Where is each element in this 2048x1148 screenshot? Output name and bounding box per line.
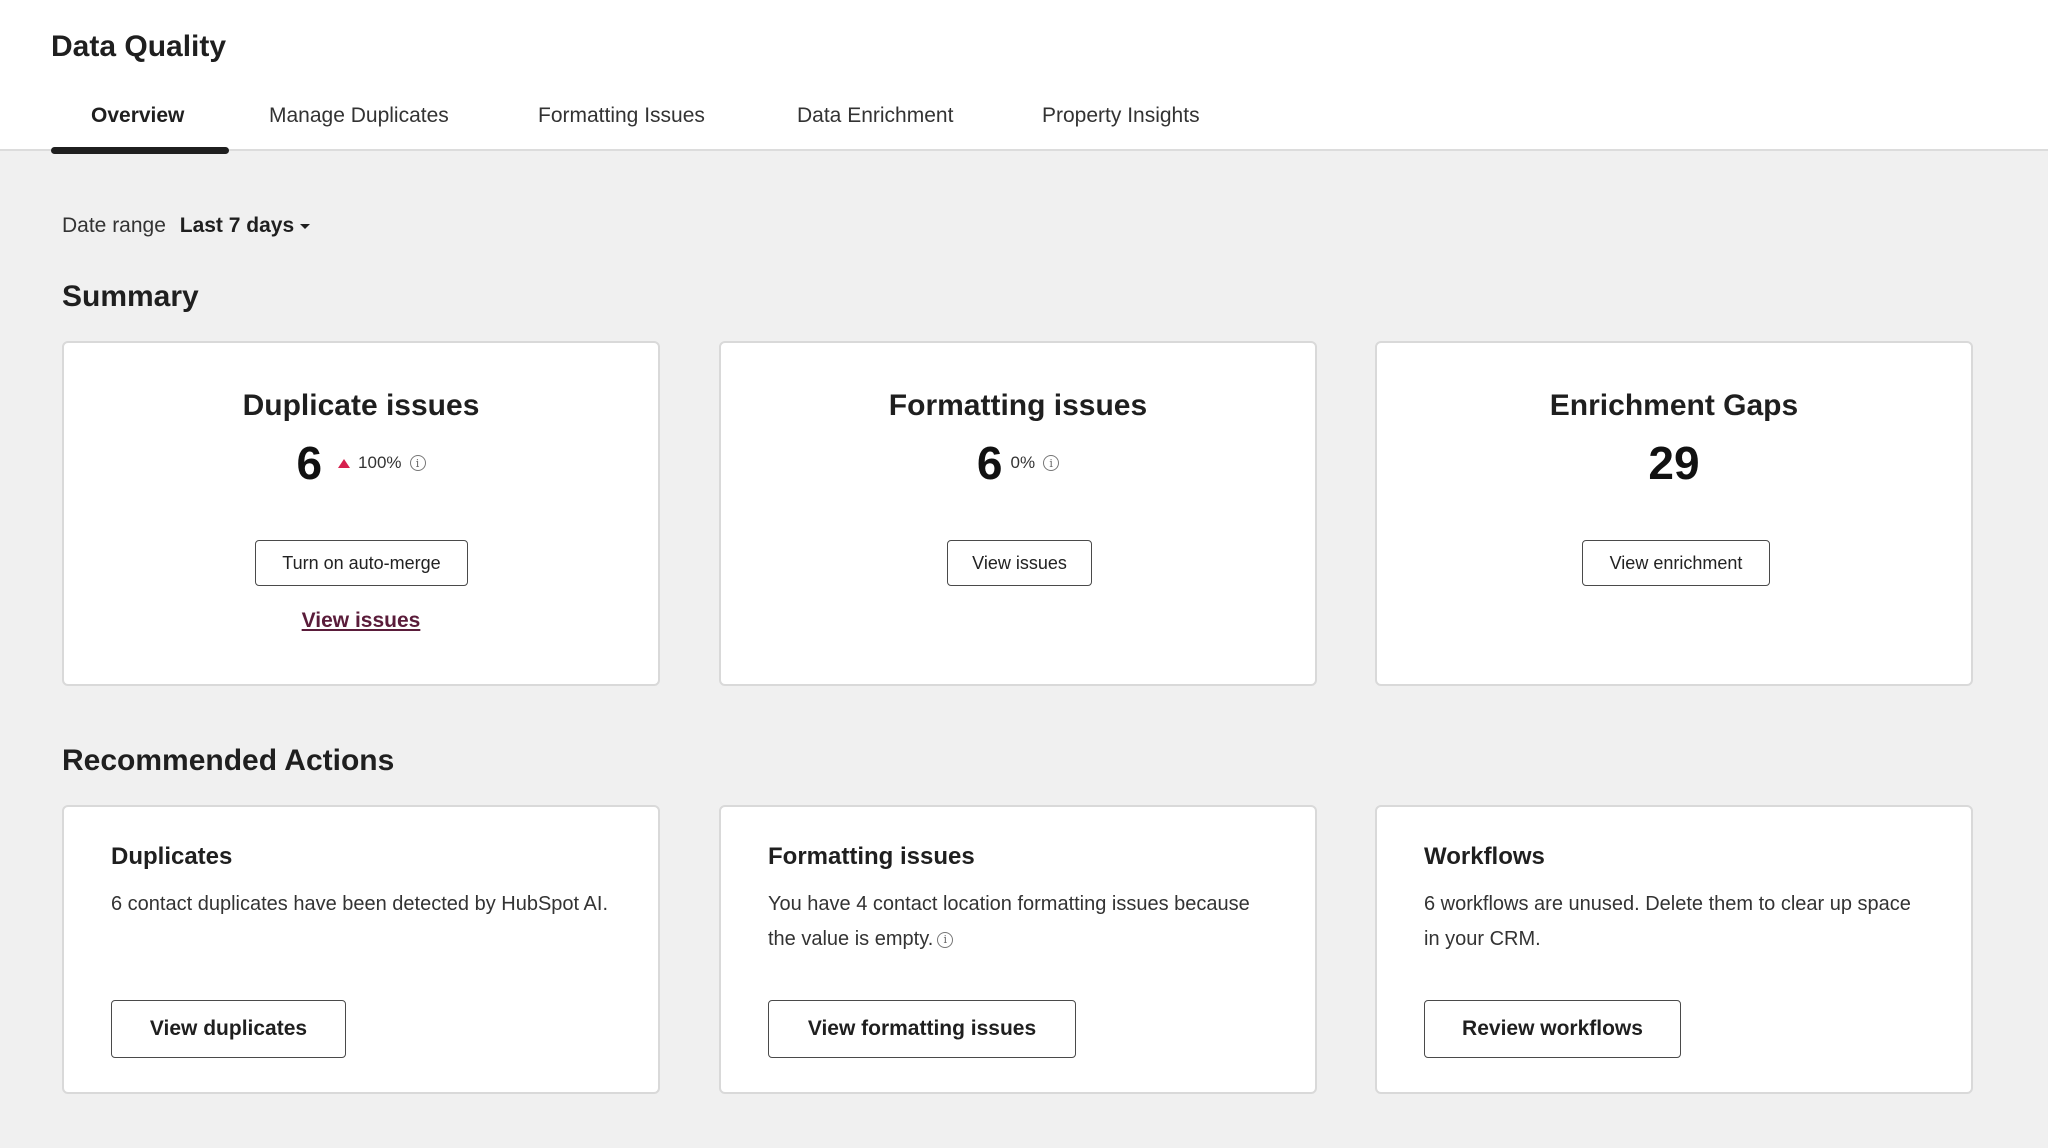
description-text: You have 4 contact location formatting i… xyxy=(768,893,1250,950)
workflows-recommendation-card: Workflows 6 workflows are unused. Delete… xyxy=(1375,805,1973,1094)
formatting-recommendation-card: Formatting issues You have 4 contact loc… xyxy=(719,805,1317,1094)
turn-on-auto-merge-button[interactable]: Turn on auto-merge xyxy=(255,540,468,586)
metric-change: 100% xyxy=(358,453,402,472)
metric-row: 29 xyxy=(1377,435,1971,491)
view-issues-button[interactable]: View issues xyxy=(947,540,1092,586)
enrichment-gaps-card: Enrichment Gaps 29 View enrichment xyxy=(1375,341,1973,686)
card-title: Formatting issues xyxy=(888,389,1148,422)
page-title: Data Quality xyxy=(51,30,227,63)
card-title: Enrichment Gaps xyxy=(1549,389,1799,422)
review-workflows-button[interactable]: Review workflows xyxy=(1424,1000,1681,1058)
info-icon[interactable]: i xyxy=(1043,455,1060,471)
card-description: You have 4 contact location formatting i… xyxy=(768,887,1268,957)
metric-value: 6 xyxy=(296,437,323,489)
tab-formatting-issues[interactable]: Formatting Issues xyxy=(538,96,705,152)
duplicate-issues-card: Duplicate issues 6 100% i Turn on auto-m… xyxy=(62,341,660,686)
view-enrichment-button[interactable]: View enrichment xyxy=(1582,540,1770,586)
tab-overview[interactable]: Overview xyxy=(91,96,184,152)
card-description: 6 contact duplicates have been detected … xyxy=(111,887,611,922)
description-text: 6 contact duplicates have been detected … xyxy=(111,893,609,915)
tab-data-enrichment[interactable]: Data Enrichment xyxy=(797,96,953,152)
summary-heading: Summary xyxy=(62,280,199,313)
view-issues-link[interactable]: View issues xyxy=(64,609,658,633)
card-description: 6 workflows are unused. Delete them to c… xyxy=(1424,887,1924,957)
card-title: Formatting issues xyxy=(768,843,975,870)
metric-value: 29 xyxy=(1648,437,1700,489)
caret-down-icon xyxy=(300,223,311,229)
metric-value: 6 xyxy=(976,437,1003,489)
page-header: Data Quality Overview Manage Duplicates … xyxy=(0,0,2048,154)
date-range-dropdown[interactable]: Last 7 days xyxy=(179,214,311,237)
info-icon[interactable]: i xyxy=(409,455,426,471)
formatting-issues-card: Formatting issues 6 0% i View issues xyxy=(719,341,1317,686)
date-range-label: Date range xyxy=(62,214,166,237)
active-tab-indicator xyxy=(51,147,229,154)
card-title: Workflows xyxy=(1424,843,1545,870)
tab-bar: Overview Manage Duplicates Formatting Is… xyxy=(0,96,2048,152)
description-text: 6 workflows are unused. Delete them to c… xyxy=(1424,893,1911,950)
date-range-filter: Date range Last 7 days xyxy=(62,214,311,238)
tab-manage-duplicates[interactable]: Manage Duplicates xyxy=(269,96,449,152)
card-title: Duplicates xyxy=(111,843,233,870)
date-range-value: Last 7 days xyxy=(179,214,295,237)
card-title: Duplicate issues xyxy=(242,389,480,422)
tab-property-insights[interactable]: Property Insights xyxy=(1042,96,1200,152)
duplicates-recommendation-card: Duplicates 6 contact duplicates have bee… xyxy=(62,805,660,1094)
metric-row: 6 0% i xyxy=(721,435,1315,491)
recommended-actions-heading: Recommended Actions xyxy=(62,744,395,777)
view-formatting-issues-button[interactable]: View formatting issues xyxy=(768,1000,1076,1058)
view-duplicates-button[interactable]: View duplicates xyxy=(111,1000,346,1058)
metric-row: 6 100% i xyxy=(64,435,658,491)
metric-change: 0% xyxy=(1010,453,1036,472)
trend-up-icon xyxy=(338,458,351,468)
info-icon[interactable]: i xyxy=(937,931,954,948)
